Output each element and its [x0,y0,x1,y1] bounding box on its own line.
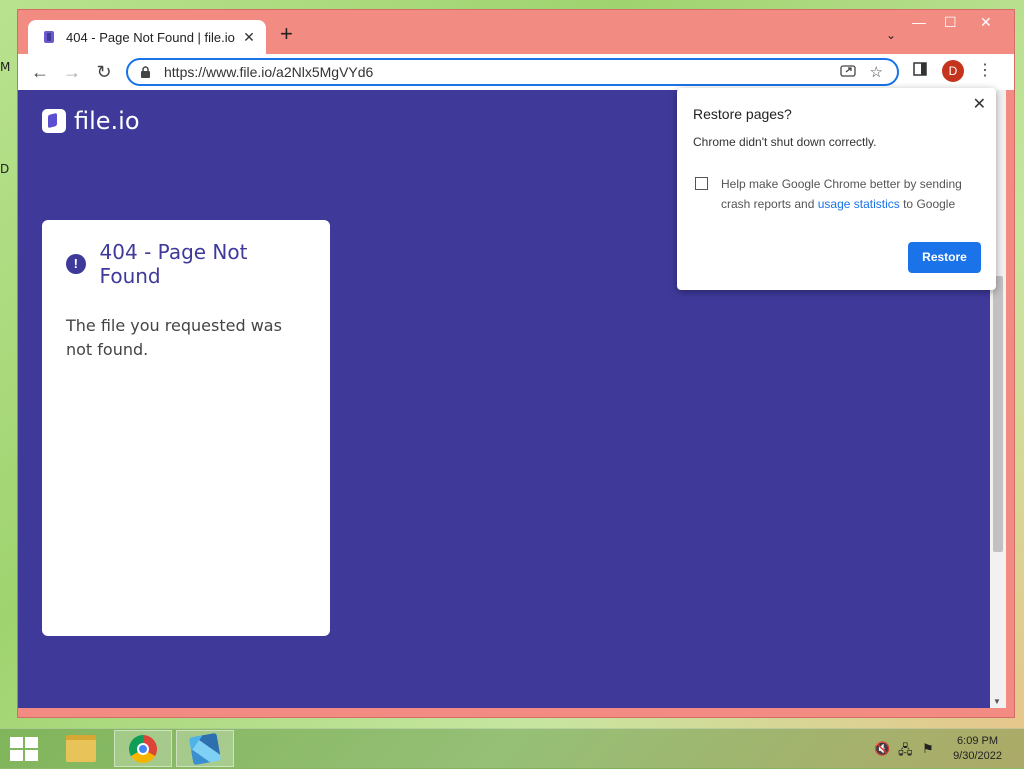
folder-icon [66,735,96,762]
browser-tab[interactable]: 404 - Page Not Found | file.io ✕ [28,20,266,54]
minimize-button[interactable]: — [912,14,926,30]
alert-icon: ! [66,254,86,274]
reload-button[interactable]: ↻ [92,60,116,84]
file-io-favicon-icon [44,31,54,43]
side-panel-icon[interactable] [913,62,927,81]
browser-toolbar: ← → ↻ https://www.file.io/a2Nlx5MgVYd6 ☆… [18,54,1014,90]
url-text[interactable]: https://www.file.io/a2Nlx5MgVYd6 [164,64,840,80]
clock-date: 9/30/2022 [953,750,1002,762]
tab-search-button[interactable]: ⌄ [886,28,896,42]
dialog-subtitle: Chrome didn't shut down correctly. [693,135,877,149]
volume-muted-icon[interactable]: 🔇 [874,741,890,757]
tab-title: 404 - Page Not Found | file.io [66,29,235,45]
desktop-glyph: M [0,60,11,74]
usage-stats-checkbox[interactable] [695,177,708,190]
forward-button[interactable]: → [60,60,84,84]
logo-text: file.io [74,107,140,135]
checkbox-label-suffix: to Google [899,197,956,211]
dialog-close-icon[interactable]: ✕ [973,94,986,114]
start-button[interactable] [10,737,38,761]
error-card: ! 404 - Page Not Found The file you requ… [42,220,330,636]
dialog-title: Restore pages? [693,106,792,122]
restore-pages-dialog: Restore pages? ✕ Chrome didn't shut down… [677,88,996,290]
checkbox-label: Help make Google Chrome better by sendin… [721,174,979,214]
desktop-glyph: D [0,162,10,176]
file-explorer-taskbar-button[interactable] [52,730,110,767]
back-button[interactable]: ← [28,60,52,84]
new-tab-button[interactable]: + [280,23,293,45]
restore-button[interactable]: Restore [908,242,981,273]
scroll-down-icon[interactable]: ▼ [993,697,1001,706]
error-title: 404 - Page Not Found [99,240,248,288]
address-bar[interactable]: https://www.file.io/a2Nlx5MgVYd6 ☆ [126,58,899,86]
error-message: The file you requested was not found. [66,316,282,359]
bookmark-star-icon[interactable]: ☆ [870,63,883,81]
scroll-thumb[interactable] [993,276,1003,552]
lock-icon[interactable] [140,65,154,79]
chrome-taskbar-button[interactable] [114,730,172,767]
chrome-icon [129,734,157,763]
tab-strip: 404 - Page Not Found | file.io ✕ + ⌄ — ☐… [18,10,1014,54]
maximize-button[interactable]: ☐ [944,14,957,31]
action-center-flag-icon[interactable]: ⚑ [922,741,934,757]
chrome-menu-icon[interactable]: ⋮ [976,60,994,80]
logo-mark-icon [42,109,66,133]
clock-time: 6:09 PM [957,735,999,747]
system-clock[interactable]: 6:09 PM 9/30/2022 [953,734,1002,764]
cubes-app-icon [188,732,222,765]
usage-statistics-link[interactable]: usage statistics [818,197,900,211]
tab-close-icon[interactable]: ✕ [240,29,258,46]
file-io-logo[interactable]: file.io [42,107,140,135]
taskbar: 🔇 🖧 ⚑ 6:09 PM 9/30/2022 [0,728,1024,769]
close-window-button[interactable]: ✕ [980,14,992,31]
app-taskbar-button[interactable] [176,730,234,767]
network-icon[interactable]: 🖧 [898,741,913,763]
share-icon[interactable] [839,63,856,81]
profile-avatar[interactable]: D [942,60,964,82]
